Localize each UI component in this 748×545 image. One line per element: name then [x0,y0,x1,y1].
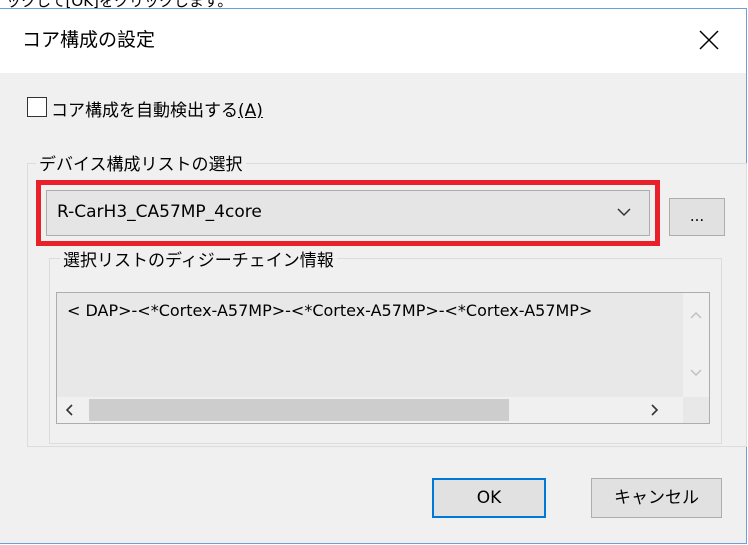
auto-detect-checkbox[interactable] [27,97,47,117]
device-config-group-label: デバイス構成リストの選択 [36,150,246,175]
background-document-strip: ックして[OK]をクリックします。 [0,0,748,8]
horizontal-scrollbar[interactable] [57,397,709,423]
daisy-chain-text: < DAP>-<*Cortex-A57MP>-<*Cortex-A57MP>-<… [67,301,593,320]
scroll-down-icon[interactable] [690,369,702,377]
vertical-scrollbar[interactable] [683,293,709,397]
browse-button[interactable]: ... [669,198,725,236]
close-icon [699,30,719,50]
background-document-text: ックして[OK]をクリックします。 [6,0,232,8]
daisy-chain-text-area[interactable]: < DAP>-<*Cortex-A57MP>-<*Cortex-A57MP>-<… [56,292,710,424]
dialog-title: コア構成の設定 [22,29,156,51]
title-bar: コア構成の設定 [0,9,746,73]
cancel-button[interactable]: キャンセル [591,478,722,518]
daisy-chain-group-label: 選択リストのディジーチェイン情報 [60,246,337,271]
close-button[interactable] [682,9,746,73]
ok-button[interactable]: OK [432,478,546,518]
scroll-left-icon[interactable] [65,404,73,416]
horizontal-scroll-thumb[interactable] [89,399,509,421]
auto-detect-label[interactable]: コア構成を自動検出する(A) [51,96,263,121]
scroll-up-icon[interactable] [690,311,702,319]
scroll-right-icon[interactable] [651,404,659,416]
scrollbar-corner [683,397,709,423]
annotation-highlight-box [36,180,660,246]
